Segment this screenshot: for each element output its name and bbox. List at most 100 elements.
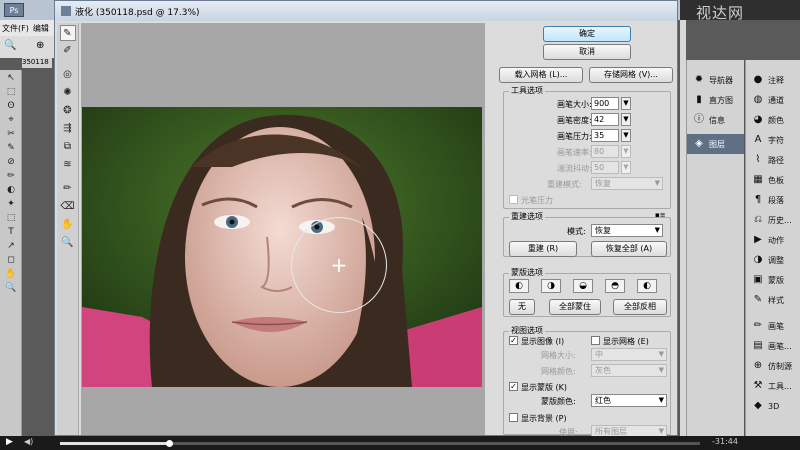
- panel-menu-icon[interactable]: ▪≡: [655, 211, 666, 219]
- ps-tool-icon[interactable]: ✎: [4, 142, 18, 154]
- panel-clone-source[interactable]: ⊕ 仿制源: [746, 356, 800, 376]
- progress-handle[interactable]: [165, 440, 173, 447]
- bloat-tool-icon[interactable]: ❂: [60, 103, 76, 119]
- stylus-pressure-checkbox[interactable]: [509, 195, 518, 204]
- panel-paths[interactable]: ⌇ 路径: [746, 150, 800, 170]
- notes-icon: ●: [753, 74, 763, 85]
- mask-add-icon[interactable]: ◑: [541, 279, 561, 293]
- ps-tool-icon[interactable]: T: [4, 226, 18, 238]
- preview-canvas-area[interactable]: +: [81, 23, 485, 435]
- ps-tool-icon[interactable]: ʘ: [4, 100, 18, 112]
- panel-label: 路径: [768, 155, 784, 165]
- turbulence-tool-icon[interactable]: ≋: [60, 157, 76, 173]
- ps-tool-icon[interactable]: ⬚: [4, 86, 18, 98]
- panel-color[interactable]: ◕ 颜色: [746, 110, 800, 130]
- reconstruct-tool-icon[interactable]: ✐: [60, 43, 76, 59]
- ps-tool-icon[interactable]: ↗: [4, 240, 18, 252]
- panel-label: 直方图: [709, 95, 733, 105]
- twirl-tool-icon[interactable]: ◎: [60, 67, 76, 83]
- panel-history[interactable]: ⎌ 历史...: [746, 210, 800, 230]
- speaker-icon[interactable]: ◀): [24, 437, 33, 446]
- pucker-tool-icon[interactable]: ✺: [60, 85, 76, 101]
- play-icon[interactable]: ▶: [6, 437, 13, 447]
- mask-all-button[interactable]: 全部蒙住: [549, 299, 601, 315]
- ps-tool-icon[interactable]: ⬚: [4, 212, 18, 224]
- mirror-tool-icon[interactable]: ⧉: [60, 139, 76, 155]
- ps-tool-icon[interactable]: ✏: [4, 170, 18, 182]
- ps-tool-icon[interactable]: 🔍: [4, 282, 18, 294]
- panel-info[interactable]: ⓘ 信息: [687, 110, 744, 130]
- ps-tool-icon[interactable]: ⊘: [4, 156, 18, 168]
- panel-styles[interactable]: ✎ 样式: [746, 290, 800, 310]
- ps-tool-icon[interactable]: ✂: [4, 128, 18, 140]
- menu-edit[interactable]: 编辑: [33, 23, 49, 33]
- panel-3d[interactable]: ◆ 3D: [746, 396, 800, 416]
- ps-logo: Ps: [4, 3, 24, 17]
- reconstruct-button[interactable]: 重建 (R): [509, 241, 577, 257]
- freeze-mask-tool-icon[interactable]: ✏: [60, 181, 76, 197]
- panel-layers[interactable]: ◈ 图层: [687, 134, 744, 154]
- reconstruct-mode-dropdown[interactable]: 恢复 ▼: [591, 224, 663, 237]
- cancel-button[interactable]: 取消: [543, 44, 631, 60]
- show-image-checkbox[interactable]: ✓: [509, 336, 518, 345]
- panel-swatches[interactable]: ▦ 色板: [746, 170, 800, 190]
- tool-options-title: 工具选项: [509, 85, 545, 96]
- ps-tool-icon[interactable]: ◐: [4, 184, 18, 196]
- preview-photo[interactable]: [82, 107, 482, 387]
- push-left-tool-icon[interactable]: ⇶: [60, 121, 76, 137]
- panel-label: 动作: [768, 235, 784, 245]
- zoom-tool-icon[interactable]: 🔍: [60, 235, 76, 251]
- save-mesh-button[interactable]: 存储网格 (V)...: [589, 67, 673, 83]
- ps-tool-icon[interactable]: ✦: [4, 198, 18, 210]
- panel-masks[interactable]: ▣ 蒙版: [746, 270, 800, 290]
- ps-tool-icon[interactable]: ↖: [4, 72, 18, 84]
- zoom-tool-icon[interactable]: 🔍: [4, 40, 16, 51]
- chevron-down-icon: ▼: [658, 396, 664, 404]
- panel-tool-presets[interactable]: ⚒ 工具...: [746, 376, 800, 396]
- hand-tool-icon[interactable]: ✋: [60, 217, 76, 233]
- load-mesh-button[interactable]: 载入网格 (L)...: [499, 67, 583, 83]
- thaw-mask-tool-icon[interactable]: ⌫: [60, 199, 76, 215]
- panel-notes[interactable]: ● 注释: [746, 70, 800, 90]
- ok-button[interactable]: 确定: [543, 26, 631, 42]
- mesh-size-value: 中: [595, 350, 603, 359]
- menu-file[interactable]: 文件(F): [2, 23, 29, 33]
- invert-all-button[interactable]: 全部反相: [613, 299, 667, 315]
- brush-size-field[interactable]: 900: [591, 97, 619, 110]
- panel-brush-presets[interactable]: ▤ 画笔...: [746, 336, 800, 356]
- brush-density-dropdown-icon[interactable]: ▼: [621, 113, 631, 126]
- show-mask-checkbox[interactable]: ✓: [509, 382, 518, 391]
- panel-adjustments[interactable]: ◑ 调整: [746, 250, 800, 270]
- mask-intersect-icon[interactable]: ◓: [605, 279, 625, 293]
- ps-toolbar: ↖ ⬚ ʘ ⌖ ✂ ✎ ⊘ ✏ ◐ ✦ ⬚ T ↗ ◻ ✋ 🔍: [0, 70, 22, 440]
- panel-label: 3D: [768, 401, 780, 411]
- brush-density-field[interactable]: 42: [591, 113, 619, 126]
- brush-pressure-field[interactable]: 35: [591, 129, 619, 142]
- mask-none-button[interactable]: 无: [509, 299, 535, 315]
- ps-tool-icon[interactable]: ⌖: [4, 114, 18, 126]
- brush-pressure-label: 画笔压力:: [557, 132, 592, 141]
- panel-channels[interactable]: ◍ 通道: [746, 90, 800, 110]
- show-mesh-checkbox[interactable]: [591, 336, 600, 345]
- mask-invert-icon[interactable]: ◐: [637, 279, 657, 293]
- panel-actions[interactable]: ▶ 动作: [746, 230, 800, 250]
- mask-subtract-icon[interactable]: ◒: [573, 279, 593, 293]
- restore-all-button[interactable]: 恢复全部 (A): [591, 241, 667, 257]
- brush-size-dropdown-icon[interactable]: ▼: [621, 97, 631, 110]
- ps-tool-icon[interactable]: ✋: [4, 268, 18, 280]
- zoom-in-icon[interactable]: ⊕: [36, 40, 44, 51]
- panel-navigator[interactable]: ✹ 导航器: [687, 70, 744, 90]
- mask-color-dropdown[interactable]: 红色 ▼: [591, 394, 667, 407]
- show-mask-label: 显示蒙版 (K): [521, 383, 568, 392]
- forward-warp-tool-icon[interactable]: ✎: [59, 25, 76, 41]
- document-tab[interactable]: 350118: [22, 58, 52, 68]
- panel-brush[interactable]: ✏ 画笔: [746, 316, 800, 336]
- panel-histogram[interactable]: ▮ 直方图: [687, 90, 744, 110]
- mask-replace-icon[interactable]: ◐: [509, 279, 529, 293]
- panel-paragraph[interactable]: ¶ 段落: [746, 190, 800, 210]
- show-backdrop-checkbox[interactable]: [509, 413, 518, 422]
- ps-tool-icon[interactable]: ◻: [4, 254, 18, 266]
- panel-character[interactable]: A 字符: [746, 130, 800, 150]
- mask-color-label: 蒙版颜色:: [541, 397, 576, 406]
- brush-pressure-dropdown-icon[interactable]: ▼: [621, 129, 631, 142]
